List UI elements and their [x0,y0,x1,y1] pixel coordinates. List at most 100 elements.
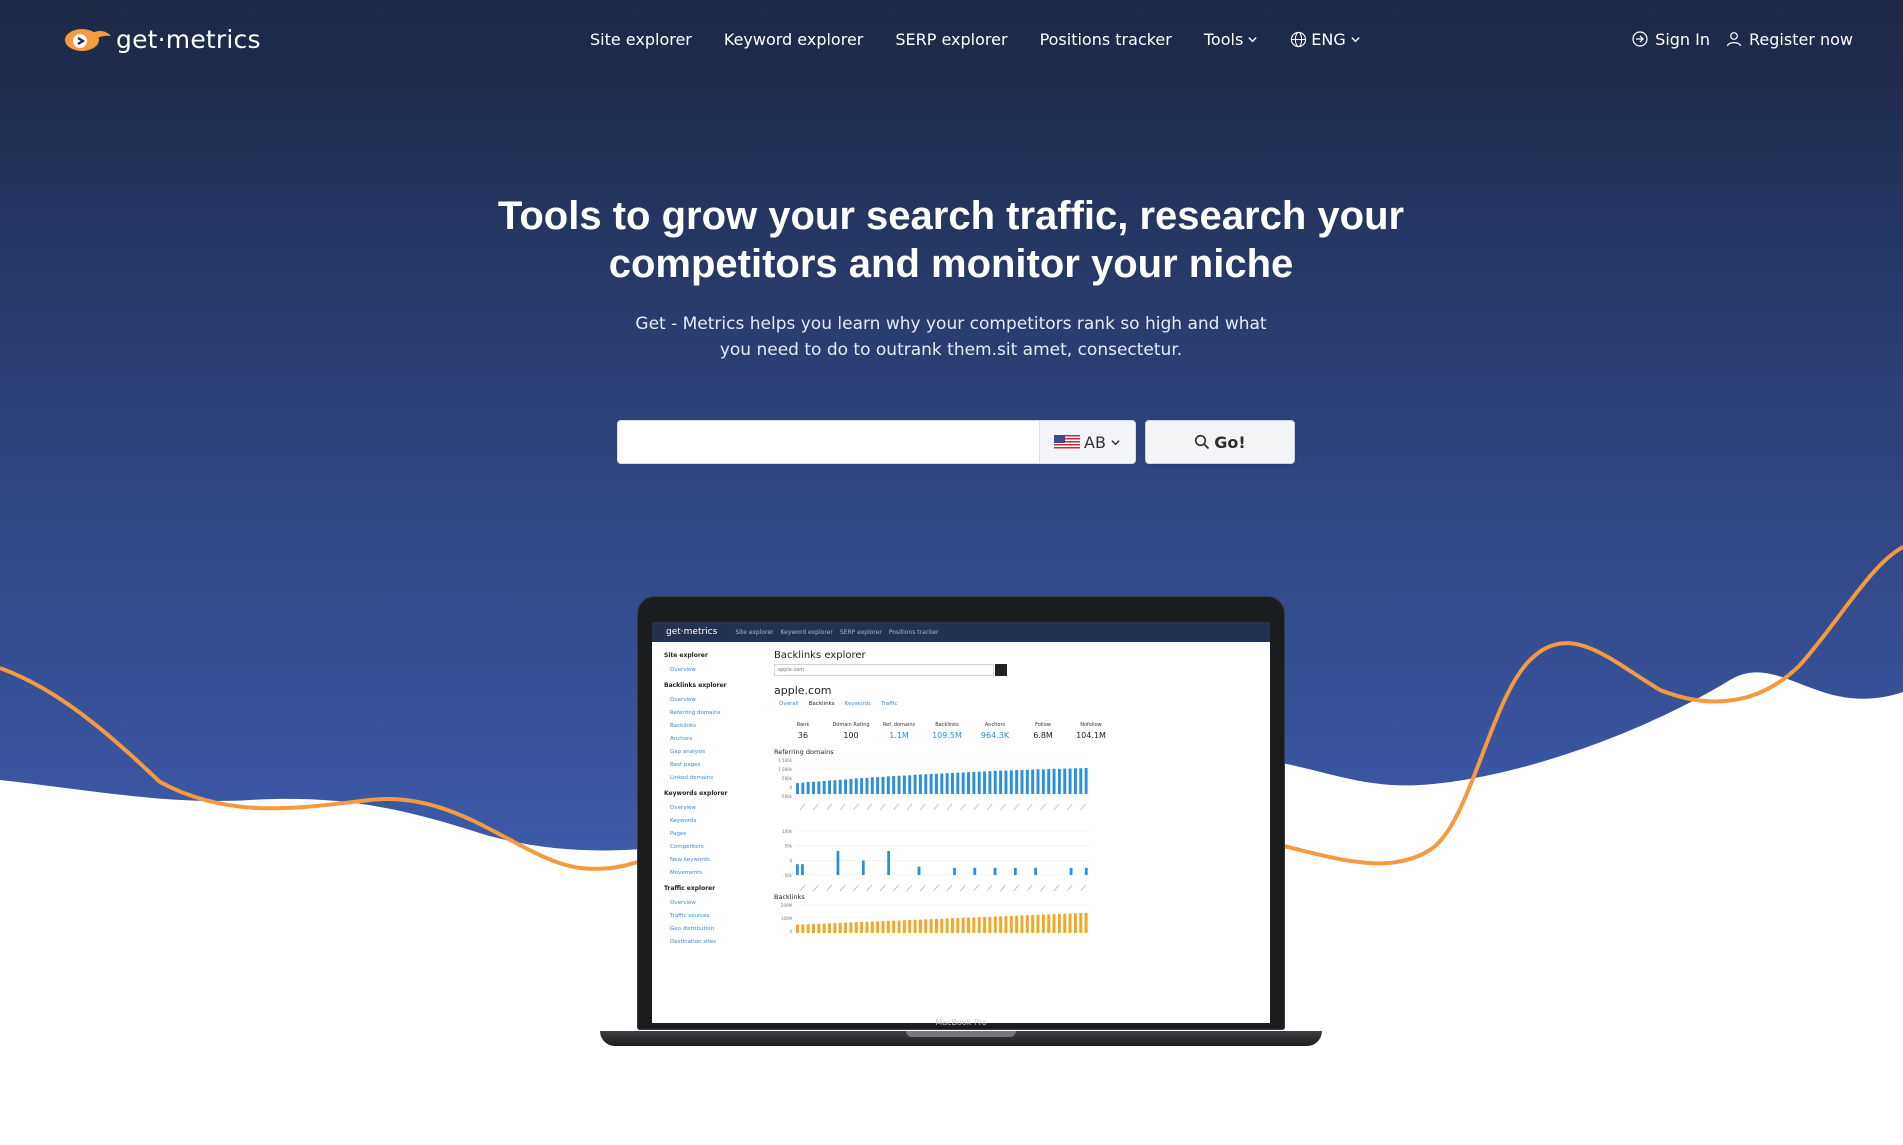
nav-language-dropdown[interactable]: ENG [1290,30,1360,49]
locale-dropdown[interactable]: AB [1039,420,1136,464]
user-icon [1726,32,1742,47]
nav-tools-dropdown[interactable]: Tools [1204,30,1258,49]
chart-x-tick [960,803,966,811]
referring-domains-chart: 1 500k 1 000k 500k 0 -500k [778,758,1090,811]
chart-bar [929,773,933,794]
chart-bar [812,923,815,933]
chart-bar [1004,770,1008,794]
chart-bar [836,851,840,875]
chart-bar [1068,768,1072,794]
chart-bar [1025,769,1029,794]
app-sidebar-item: Pages [670,831,687,837]
chart-bar [967,772,970,794]
app-logo: get·metrics [666,627,718,637]
chart-bar [999,770,1003,794]
logo-text: get·metrics [116,24,261,54]
chart-bar [806,782,810,794]
chart-bar [1036,769,1040,794]
app-sidebar-item: Anchors [670,736,693,742]
go-button[interactable]: Go! [1145,420,1295,464]
register-link[interactable]: Register now [1726,30,1853,49]
chevron-down-icon [1351,36,1360,42]
chart-bar [849,778,853,794]
chart-bar [1041,769,1045,794]
chart-bar [967,917,970,933]
chart-bar [817,923,821,933]
app-nav-item: Keyword explorer [780,628,833,636]
app-stat: Backlinks 109.5M [923,722,971,740]
nav-site-explorer[interactable]: Site explorer [590,30,692,49]
chart-bar [945,773,949,794]
top-navigation: get·metrics Site explorer Keyword explor… [0,0,1903,78]
locale-label: AB [1084,432,1106,452]
chart-bar [1084,912,1088,933]
app-sidebar-section: Traffic explorer [664,885,716,892]
hero-subtitle-line-1: Get - Metrics helps you learn why your c… [635,314,1267,334]
main-menu: Site explorer Keyword explorer SERP expl… [590,27,1393,51]
chart-bar [881,921,885,933]
app-chart2-title: Backlinks [774,893,805,901]
app-sidebar-item: Competitors [670,844,704,850]
chart-x-tick [813,803,819,811]
chart-bar [902,920,906,933]
app-chart1-title: Referring domains [774,748,834,756]
chart-bar [1020,769,1024,794]
app-sidebar-item: Backlinks [670,723,696,729]
logo[interactable]: get·metrics [62,22,261,56]
sign-in-link[interactable]: Sign In [1632,30,1710,49]
chart-bar [953,867,956,875]
laptop-screen: get·metrics Site explorer Keyword explor… [652,622,1270,1023]
chart-tick-label: 100M [781,916,793,921]
app-tabs: Overall Backlinks Keywords Traffic [779,701,898,707]
search-icon [1195,434,1210,450]
chart-bar [1052,914,1056,933]
chart-x-tick [879,884,886,892]
globe-icon [1291,31,1307,47]
app-stat-label: Domain Rating [832,722,870,728]
chart-x-tick [853,884,859,892]
app-domain-title: apple.com [774,684,832,697]
search-input[interactable] [617,420,1039,464]
chart-bar [929,919,933,933]
nav-keyword-explorer[interactable]: Keyword explorer [724,30,864,49]
chart-x-tick [946,884,953,892]
chart-x-tick [1040,803,1046,811]
chart-bar [913,919,917,933]
app-stat: Follow 6.8M [1019,722,1067,740]
chart-bar [993,770,997,794]
chart-bar [892,920,896,933]
nav-serp-explorer[interactable]: SERP explorer [895,30,1007,49]
chart-bar [801,864,804,875]
app-stat-value: 109.5M [932,731,962,740]
chart-x-tick [1053,884,1060,892]
app-stat-value: 1.1M [889,731,909,740]
chart-bar [1009,770,1013,794]
chart-bar [828,923,832,933]
chart-bar [961,917,965,933]
app-tab: Overall [779,701,799,707]
chart-x-tick [973,884,980,892]
app-nav-item: Positions tracker [888,628,939,636]
chart-bar [1047,769,1051,794]
chart-x-tick [1000,803,1006,811]
chart-bar [1041,914,1045,933]
app-sidebar-item: Referring domains [670,710,721,716]
chart-x-tick [866,803,873,811]
chart-bar [796,783,799,794]
chart-bar [902,775,906,794]
chart-bar [993,867,997,875]
chart-bar [886,920,890,933]
chart-bar [887,851,891,875]
chart-bar [1015,915,1019,933]
chart-bar [1009,915,1013,933]
app-search-field: apple.com [774,664,994,676]
app-nav-item: Site explorer [735,628,774,636]
chart-bar [972,917,976,933]
nav-positions-tracker[interactable]: Positions tracker [1040,30,1172,49]
chart-bar [918,919,922,933]
chart-bar [870,921,874,933]
chart-bar [833,780,837,794]
chart-bar [1052,768,1056,794]
chart-bar [801,924,805,933]
logo-mark-icon [65,29,111,51]
